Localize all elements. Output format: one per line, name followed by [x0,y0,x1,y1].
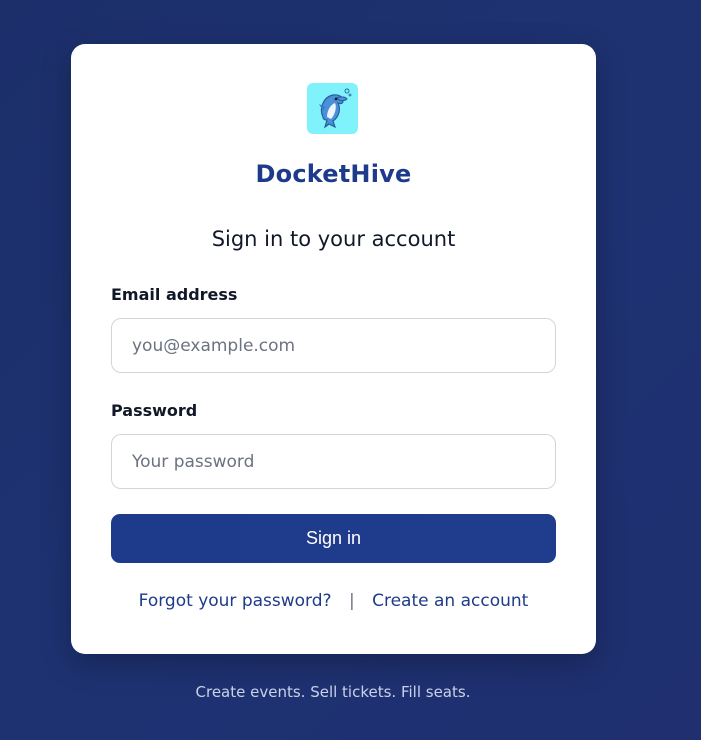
page-title: Sign in to your account [211,227,456,251]
create-account-link[interactable]: Create an account [372,591,528,611]
dolphin-icon [318,88,351,129]
brand-name: DocketHive [255,160,412,188]
email-field[interactable] [111,318,556,373]
password-label: Password [111,401,198,420]
auth-links: Forgot your password? | Create an accoun… [71,591,596,611]
login-card: DocketHive Sign in to your account Email… [71,44,596,654]
sign-in-button[interactable]: Sign in [111,514,556,563]
tagline: Create events. Sell tickets. Fill seats. [195,683,471,701]
password-field[interactable] [111,434,556,489]
link-separator: | [348,591,355,611]
forgot-password-link[interactable]: Forgot your password? [139,591,332,611]
brand-logo [307,83,358,134]
email-label: Email address [111,285,238,304]
